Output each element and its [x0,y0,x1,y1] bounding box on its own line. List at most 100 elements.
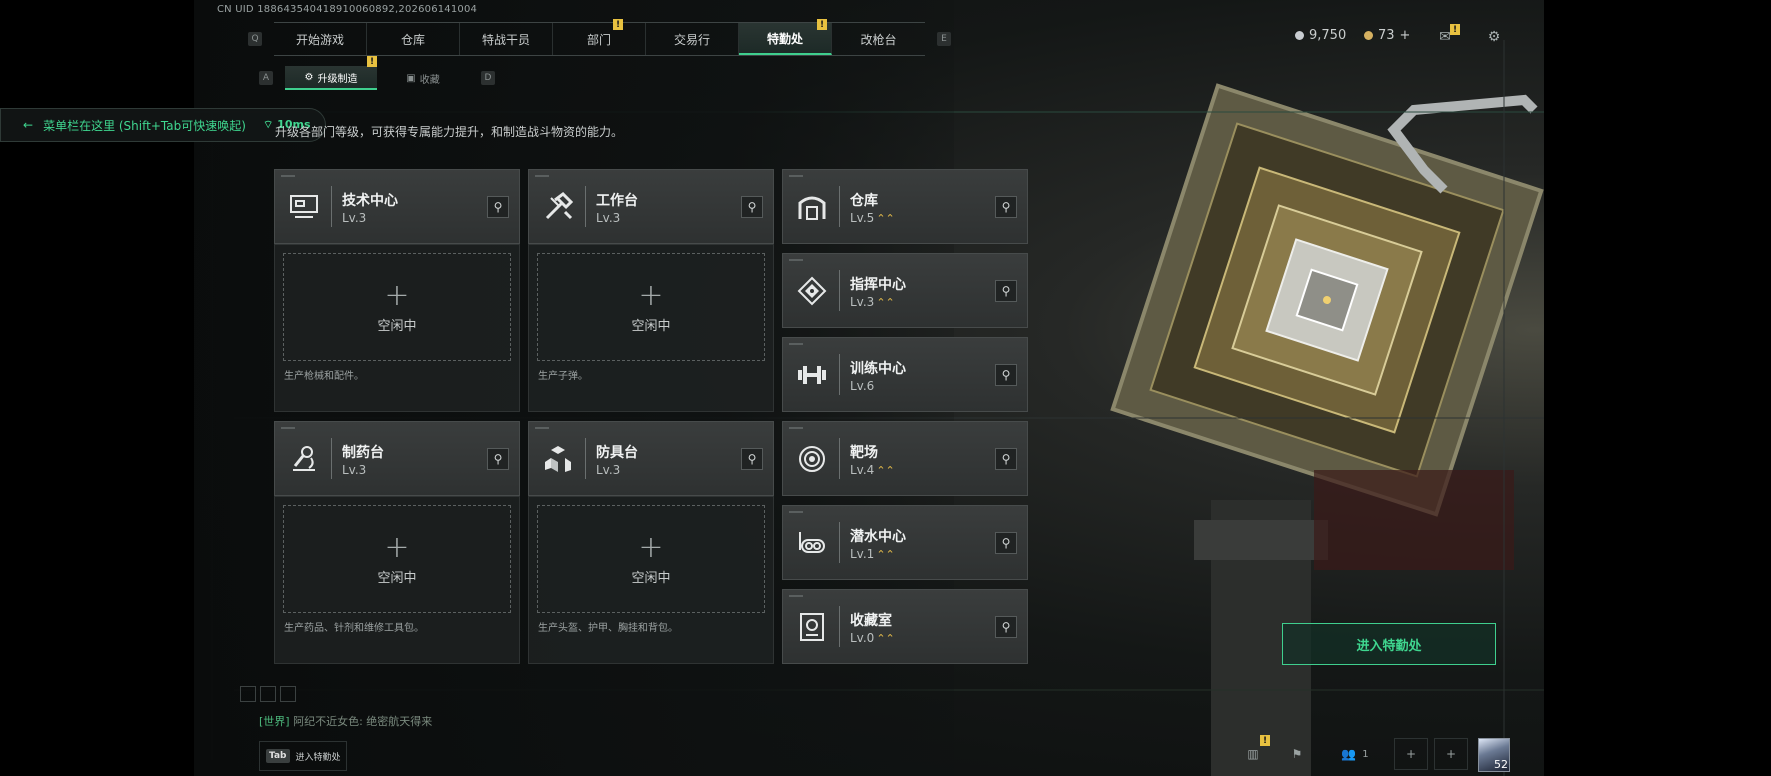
search-icon[interactable]: ⚲ [995,280,1017,302]
mail-button[interactable]: ✉ ! [1434,24,1460,48]
search-icon[interactable]: ⚲ [487,196,509,218]
tab-special-ops[interactable]: 特勤处! [739,19,832,55]
facility-card-warehouse[interactable]: 仓库 Lv.5 ⌃⌃ ⚲ [782,169,1028,244]
friends-icon: 👥 [1341,747,1357,761]
facility-card-diving-center[interactable]: 潜水中心 Lv.1 ⌃⌃ ⚲ [782,505,1028,580]
plus-icon: + [638,277,664,313]
search-icon[interactable]: ⚲ [995,196,1017,218]
facility-name: 训练中心 [850,361,906,377]
tab-upgrade-craft[interactable]: ⚙ 升级制造 ! [285,56,377,90]
facility-name: 工作台 [596,193,638,209]
world-chat[interactable]: [世界] 阿纪不近女色: 绝密航天得来 [259,713,432,729]
subnav-next-key[interactable]: D [481,71,495,85]
gear-icon: ⚙ [1487,29,1501,45]
tab-department[interactable]: 部门! [553,19,646,55]
avatar[interactable]: 52 [1478,738,1510,772]
quick-slot[interactable] [240,686,256,702]
tab-collection[interactable]: ▣ 收藏 [377,66,469,90]
search-icon[interactable]: ⚲ [995,532,1017,554]
notification-badge: ! [613,19,623,30]
facility-card-training-center[interactable]: 训练中心 Lv.6 ⚲ [782,337,1028,412]
facility-card-command-center[interactable]: 指挥中心 Lv.3 ⌃⌃ ⚲ [782,253,1028,328]
facility-level: Lv.5 ⌃⌃ [850,211,895,225]
facility-card-pharmacy[interactable]: 制药台 Lv.3 ⚲ [274,421,520,496]
enter-special-ops-button[interactable]: 进入特勤处 [1282,623,1496,665]
tab-warehouse[interactable]: 仓库 [367,23,460,55]
quick-slot[interactable] [260,686,276,702]
subnav-prev-key[interactable]: A [259,71,273,85]
arrow-left-icon: ← [23,118,34,132]
plus-icon: + [1445,747,1457,761]
tab-operators[interactable]: 特战干员 [460,23,553,55]
notification-badge: ! [817,19,827,30]
notification-badge: ! [1260,735,1270,746]
facility-card-armor-bench[interactable]: 防具台 Lv.3 ⚲ [528,421,774,496]
facility-name: 收藏室 [850,613,892,629]
sub-navigation: A ⚙ 升级制造 ! ▣ 收藏 D [259,56,495,90]
armor-bench-icon [541,442,575,476]
production-slot[interactable]: + 空闲中 生产头盔、护甲、胸挂和背包。 [528,496,774,664]
player-level: 52 [1494,758,1508,771]
facility-level: Lv.3 [342,463,367,477]
facility-name: 防具台 [596,445,638,461]
facility-card-shooting-range[interactable]: 靶场 Lv.4 ⌃⌃ ⚲ [782,421,1028,496]
search-icon[interactable]: ⚲ [995,448,1017,470]
facility-card-tech-center[interactable]: 技术中心 Lv.3 ⚲ [274,169,520,244]
facility-name: 制药台 [342,445,384,461]
facility-level: Lv.6 [850,379,875,393]
plus-icon: + [638,529,664,565]
slot-status: 空闲中 [631,570,671,586]
flag-icon: ⚑ [1291,747,1303,761]
user-uid-text: CN UID 18864354041891006089​2,2026061410… [217,4,478,15]
search-icon[interactable]: ⚲ [741,448,763,470]
quick-slot[interactable] [280,686,296,702]
tab-gunsmith[interactable]: 改枪台 [832,23,925,55]
search-icon[interactable]: ⚲ [487,448,509,470]
page-description: 升级各部门等级，可获得专属能力提升，和制造战斗物资的能力。 [275,125,624,139]
slot-caption: 生产枪械和配件。 [284,371,364,382]
tab-start-game[interactable]: 开始游戏 [274,23,367,55]
tech-center-icon [287,190,321,224]
tab-key: Tab [266,749,290,763]
add-teammate-button[interactable]: + [1394,738,1428,770]
facility-level: Lv.3 [596,211,621,225]
facility-name: 仓库 [850,193,878,209]
plus-icon: + [384,529,410,565]
notification-badge: ! [1450,24,1460,35]
plus-icon: + [1405,747,1417,761]
upgrade-available-icon: ⌃⌃ [876,464,895,477]
nav-prev-key[interactable]: Q [248,32,262,46]
facility-card-workbench[interactable]: 工作台 Lv.3 ⚲ [528,169,774,244]
nav-next-key[interactable]: E [937,32,951,46]
pharmacy-icon [287,442,321,476]
gold-currency[interactable]: 73 + [1364,28,1410,43]
search-icon[interactable]: ⚲ [741,196,763,218]
archive-icon: ▣ [406,72,416,84]
tab-trading[interactable]: 交易行 [646,23,739,55]
tab-shortcut-hint[interactable]: Tab 进入特勤处 [259,741,347,771]
upgrade-available-icon: ⌃⌃ [876,548,895,561]
search-icon[interactable]: ⚲ [995,364,1017,386]
gold-coin-icon [1364,31,1373,40]
workbench-icon [541,190,575,224]
friends-button[interactable]: 👥 1 [1330,738,1380,770]
slot-status: 空闲中 [377,570,417,586]
settings-button[interactable]: ⚙ [1483,26,1505,48]
dumbbell-icon [795,358,829,392]
notification-badge: ! [367,56,377,67]
command-center-icon [795,274,829,308]
search-icon[interactable]: ⚲ [995,616,1017,638]
flag-button[interactable]: ⚑ [1280,738,1314,770]
facility-level: Lv.3 [596,463,621,477]
add-gold-button[interactable]: + [1400,28,1411,43]
upgrade-available-icon: ⌃⌃ [876,212,895,225]
production-slot[interactable]: + 空闲中 生产药品、针剂和维修工具包。 [274,496,520,664]
upgrade-available-icon: ⌃⌃ [876,632,895,645]
facility-card-collection-room[interactable]: 收藏室 Lv.0 ⌃⌃ ⚲ [782,589,1028,664]
add-teammate-button[interactable]: + [1434,738,1468,770]
facility-name: 靶场 [850,445,878,461]
production-slot[interactable]: + 空闲中 生产枪械和配件。 [274,244,520,412]
stats-button[interactable]: ▥ ! [1236,735,1270,770]
production-slot[interactable]: + 空闲中 生产子弹。 [528,244,774,412]
warehouse-icon [795,190,829,224]
